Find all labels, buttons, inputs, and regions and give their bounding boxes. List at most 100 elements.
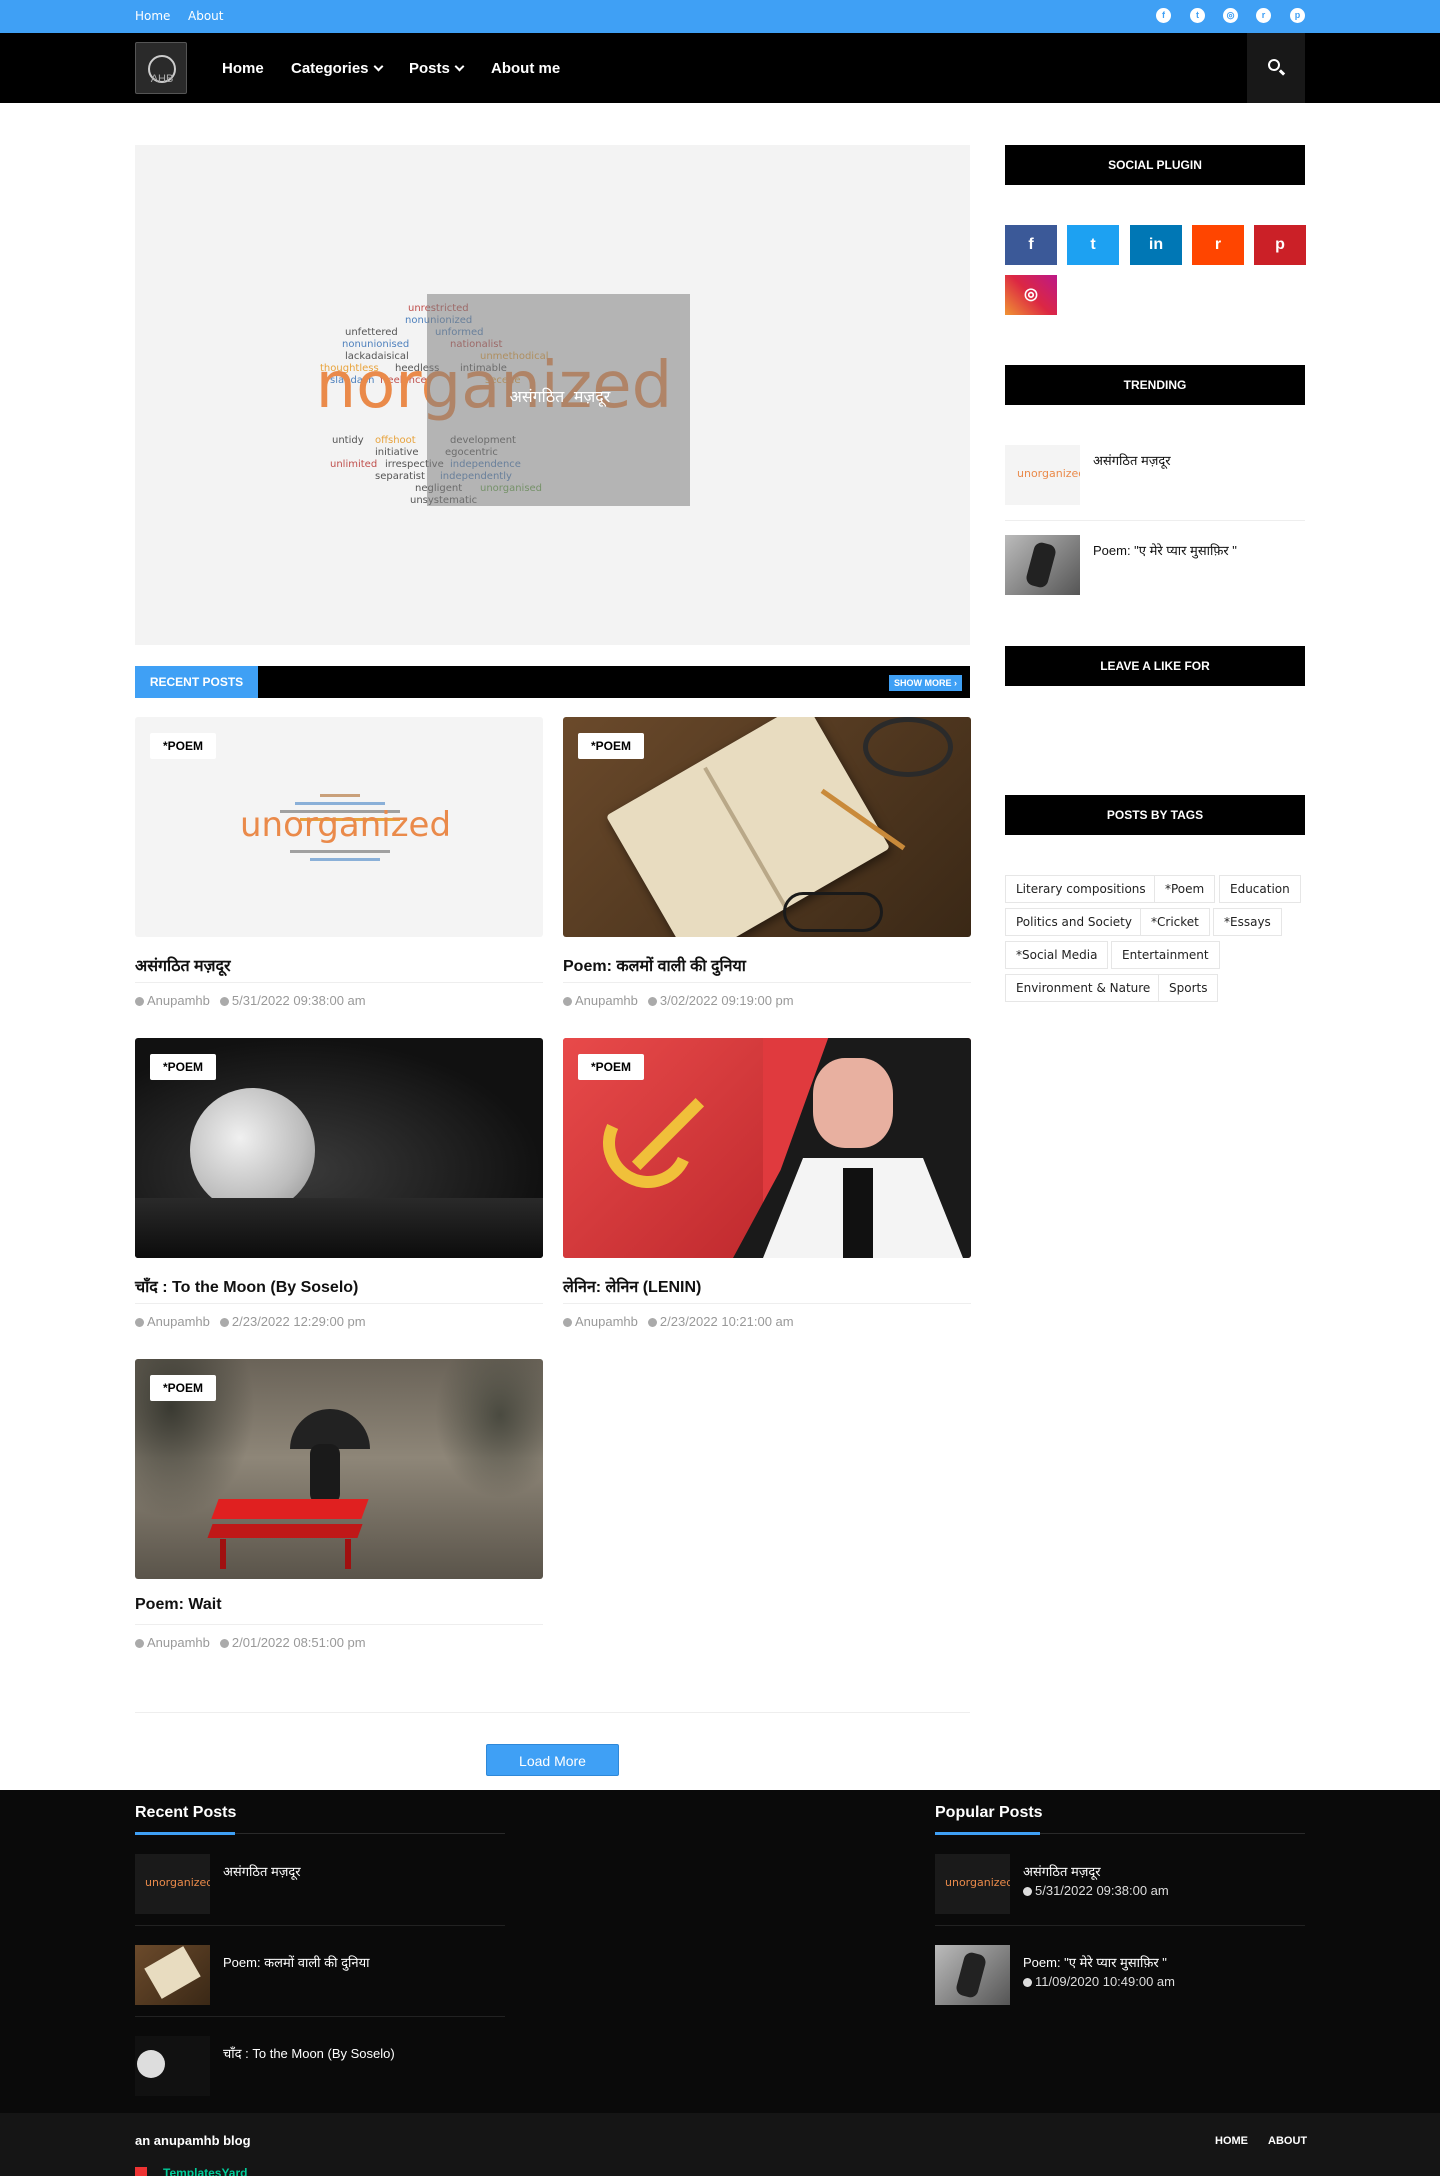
load-more-button[interactable]: Load More xyxy=(486,1744,619,1776)
post-tag[interactable]: *POEM xyxy=(578,1054,645,1080)
post-meta: Anupamhb 2/01/2022 08:51:00 pm xyxy=(135,1635,376,1650)
nav-item-home[interactable]: Home xyxy=(222,60,264,77)
reddit-icon[interactable]: r xyxy=(1256,8,1271,23)
chevron-down-icon xyxy=(454,61,465,72)
topbar-link-about[interactable]: About xyxy=(188,9,223,23)
clock-icon xyxy=(219,1318,229,1327)
footer-recent-title: Recent Posts xyxy=(135,1804,237,1821)
footer-popular-date: 5/31/2022 09:38:00 am xyxy=(1023,1883,1169,1898)
post-tag[interactable]: *POEM xyxy=(150,1375,217,1401)
search-button[interactable] xyxy=(1247,33,1305,103)
tag-poem[interactable]: *Poem xyxy=(1154,875,1216,903)
main-nav: AHB Home Categories Posts About me xyxy=(0,33,1440,103)
trending-title[interactable]: Poem: "ए मेरे प्यार मुसाफ़िर " xyxy=(1093,541,1303,559)
heart-icon xyxy=(135,2167,147,2176)
user-icon xyxy=(135,1639,144,1648)
twitter-icon[interactable]: t xyxy=(1190,8,1205,23)
tag-environment-nature[interactable]: Environment & Nature xyxy=(1005,974,1162,1002)
footer-recent-title-item[interactable]: Poem: कलमों वाली की दुनिया xyxy=(223,1953,369,1971)
post-tag[interactable]: *POEM xyxy=(150,733,217,759)
tag-essays[interactable]: *Essays xyxy=(1213,908,1282,936)
post-title[interactable]: Poem: कलमों वाली की दुनिया xyxy=(563,954,746,976)
post-date: 2/23/2022 12:29:00 pm xyxy=(231,1314,366,1329)
featured-title[interactable]: असंगठित मज़दूर xyxy=(435,385,685,407)
featured-post[interactable]: unrestricted nonunionized unfettered unf… xyxy=(135,145,970,645)
facebook-icon[interactable]: f xyxy=(1005,225,1057,265)
posts-by-tags-header: POSTS BY TAGS xyxy=(1005,795,1305,835)
trending-title[interactable]: असंगठित मज़दूर xyxy=(1093,451,1303,469)
post-title[interactable]: Poem: Wait xyxy=(135,1596,222,1614)
footer-thumbnail[interactable]: unorganized xyxy=(135,1854,210,1914)
footer-recent-title-item[interactable]: असंगठित मज़दूर xyxy=(223,1862,301,1880)
post-meta: Anupamhb 3/02/2022 09:19:00 pm xyxy=(563,993,804,1008)
facebook-icon[interactable]: f xyxy=(1156,8,1171,23)
footer-thumbnail[interactable] xyxy=(135,2036,210,2096)
site-logo[interactable]: AHB xyxy=(135,42,187,94)
footer-thumbnail[interactable] xyxy=(935,1945,1010,2005)
clock-icon xyxy=(1023,1887,1032,1896)
search-icon xyxy=(1268,59,1280,71)
trending-thumbnail[interactable] xyxy=(1005,535,1080,595)
footer-popular-title-item[interactable]: असंगठित मज़दूर xyxy=(1023,1862,1101,1880)
clock-icon xyxy=(647,997,657,1006)
tag-cricket[interactable]: *Cricket xyxy=(1140,908,1210,936)
instagram-icon[interactable]: ◎ xyxy=(1223,8,1238,23)
footer: Recent Posts unorganized असंगठित मज़दूर … xyxy=(0,1790,1440,2113)
post-title[interactable]: चाँद : To the Moon (By Soselo) xyxy=(135,1275,358,1297)
post-author[interactable]: Anupamhb xyxy=(147,1314,210,1329)
post-date: 2/01/2022 08:51:00 pm xyxy=(231,1635,366,1650)
footer-popular-title-item[interactable]: Poem: "ए मेरे प्यार मुसाफ़िर " xyxy=(1023,1953,1167,1971)
post-author[interactable]: Anupamhb xyxy=(147,1635,210,1650)
clock-icon xyxy=(647,1318,657,1327)
nav-item-about-me[interactable]: About me xyxy=(491,60,560,77)
linkedin-icon[interactable]: in xyxy=(1130,225,1182,265)
show-more-button[interactable]: SHOW MORE › xyxy=(889,675,962,691)
footer-popular-date: 11/09/2020 10:49:00 am xyxy=(1023,1974,1175,1989)
footer-thumbnail[interactable] xyxy=(135,1945,210,2005)
bottom-bar: an anupamhb blog HOME ABOUT TemplatesYar… xyxy=(0,2113,1440,2176)
tag-politics-and-society[interactable]: Politics and Society xyxy=(1005,908,1143,936)
post-meta: Anupamhb 2/23/2022 10:21:00 am xyxy=(563,1314,804,1329)
clock-icon xyxy=(219,1639,229,1648)
pinterest-icon[interactable]: p xyxy=(1254,225,1306,265)
post-tag[interactable]: *POEM xyxy=(150,1054,217,1080)
credit-link[interactable]: TemplatesYard xyxy=(163,2166,247,2176)
nav-item-categories[interactable]: Categories xyxy=(291,60,383,77)
trending-thumbnail[interactable]: unorganized xyxy=(1005,445,1080,505)
post-tag[interactable]: *POEM xyxy=(578,733,645,759)
post-author[interactable]: Anupamhb xyxy=(575,1314,638,1329)
bottom-link-home[interactable]: HOME xyxy=(1215,2135,1248,2147)
user-icon xyxy=(563,997,572,1006)
post-meta: Anupamhb 2/23/2022 12:29:00 pm xyxy=(135,1314,376,1329)
post-date: 5/31/2022 09:38:00 am xyxy=(231,993,366,1008)
footer-recent-title-item[interactable]: चाँद : To the Moon (By Soselo) xyxy=(223,2044,395,2062)
post-title[interactable]: असंगठित मज़दूर xyxy=(135,954,231,976)
bottom-link-about[interactable]: ABOUT xyxy=(1268,2135,1307,2147)
footer-thumbnail[interactable]: unorganized xyxy=(935,1854,1010,1914)
user-icon xyxy=(135,1318,144,1327)
clock-icon xyxy=(219,997,229,1006)
trending-header: TRENDING xyxy=(1005,365,1305,405)
social-plugin-header: SOCIAL PLUGIN xyxy=(1005,145,1305,185)
nav-item-posts[interactable]: Posts xyxy=(409,60,465,77)
clock-icon xyxy=(1023,1978,1032,1987)
tag-social-media[interactable]: *Social Media xyxy=(1005,941,1109,969)
footer-popular-title: Popular Posts xyxy=(935,1804,1043,1821)
topbar-link-home[interactable]: Home xyxy=(135,9,170,23)
pinterest-icon[interactable]: p xyxy=(1290,8,1305,23)
reddit-icon[interactable]: r xyxy=(1192,225,1244,265)
recent-posts-header: RECENT POSTS SHOW MORE › xyxy=(135,666,970,698)
post-author[interactable]: Anupamhb xyxy=(147,993,210,1008)
tag-entertainment[interactable]: Entertainment xyxy=(1111,941,1220,969)
post-date: 3/02/2022 09:19:00 pm xyxy=(659,993,794,1008)
tag-sports[interactable]: Sports xyxy=(1158,974,1219,1002)
tag-education[interactable]: Education xyxy=(1219,875,1301,903)
tag-literary-compositions[interactable]: Literary compositions xyxy=(1005,875,1157,903)
post-meta: Anupamhb 5/31/2022 09:38:00 am xyxy=(135,993,376,1008)
instagram-icon[interactable]: ◎ xyxy=(1005,275,1057,315)
user-icon xyxy=(135,997,144,1006)
twitter-icon[interactable]: t xyxy=(1067,225,1119,265)
post-author[interactable]: Anupamhb xyxy=(575,993,638,1008)
chevron-down-icon xyxy=(373,61,383,72)
post-title[interactable]: लेनिन: लेनिन (LENIN) xyxy=(563,1275,701,1297)
